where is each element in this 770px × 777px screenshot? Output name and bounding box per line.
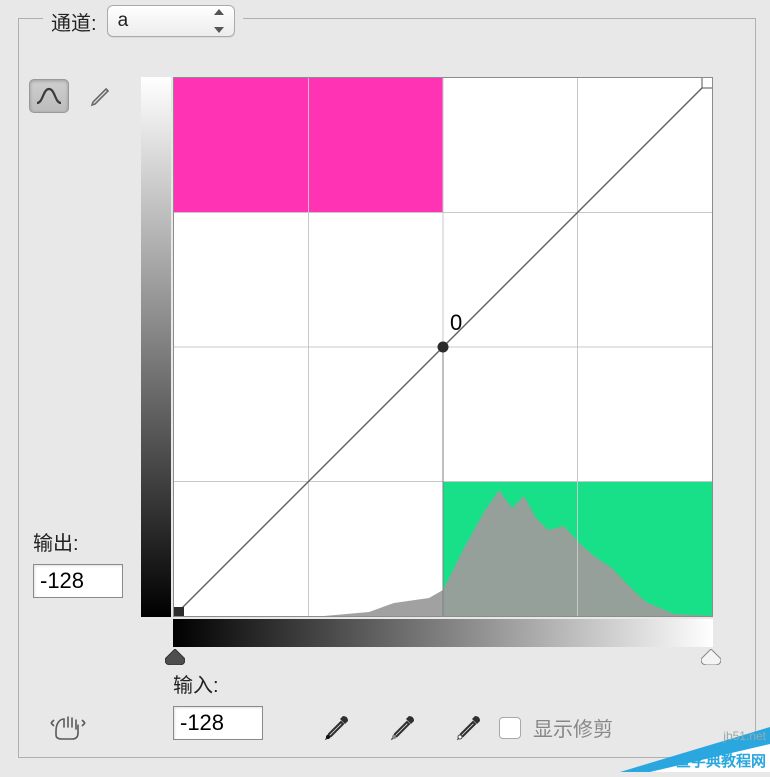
eyedropper-icon [455,713,483,741]
curve-plot[interactable]: 0 [173,77,713,617]
input-gradient-strip [173,619,713,647]
eyedropper-icon [323,713,351,741]
output-group: 输出: [33,527,123,598]
targeted-adjust-button[interactable] [43,707,93,745]
gray-point-eyedropper[interactable] [385,709,421,745]
curve-point-center[interactable] [438,342,449,353]
input-group: 输入: [173,669,263,740]
curve-tool-button[interactable] [29,79,69,113]
input-white-slider[interactable] [701,649,721,665]
curve-point-highlight[interactable] [702,78,712,88]
show-clipping-checkbox[interactable] [499,717,521,739]
show-clipping-label: 显示修剪 [533,713,613,742]
channel-selected-value: a [118,10,129,32]
channel-select[interactable]: a [107,5,235,37]
black-point-eyedropper[interactable] [319,709,355,745]
input-value-field[interactable] [173,706,263,740]
select-arrows-icon [210,9,228,33]
curve-point-shadow[interactable] [174,607,184,616]
input-black-slider[interactable] [165,649,185,665]
white-point-eyedropper[interactable] [451,709,487,745]
pencil-tool-button[interactable] [81,79,121,113]
channel-row: 通道: a [43,5,243,37]
output-gradient-strip [141,77,171,617]
curve-icon [36,86,62,106]
tool-row [29,79,121,113]
curve-region: 0 [141,77,713,647]
eyedropper-row [319,709,487,745]
curve-canvas[interactable] [174,78,712,616]
channel-label: 通道: [51,7,97,36]
show-clipping-row: 显示修剪 [499,713,613,742]
hand-icon [48,711,88,741]
pencil-icon [89,84,113,108]
output-value-field[interactable] [33,564,123,598]
curves-panel: 通道: a [18,18,756,758]
eyedropper-icon [389,713,417,741]
output-label: 输出: [33,527,123,556]
input-label: 输入: [173,669,263,698]
